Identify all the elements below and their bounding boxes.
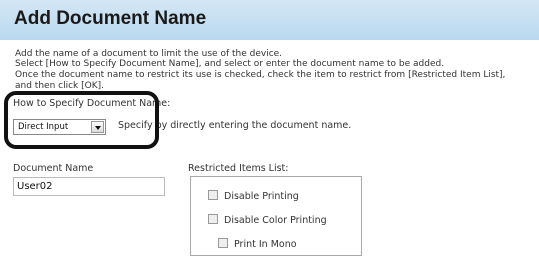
restricted-item-disable-color-printing[interactable]: Disable Color Printing: [208, 214, 327, 226]
restricted-item-label: Disable Color Printing: [224, 215, 327, 226]
restricted-item-label: Print In Mono: [234, 239, 297, 250]
instruction-line-3: Once the document name to restrict its u…: [15, 70, 506, 80]
instruction-line-1: Add the name of a document to limit the …: [15, 49, 283, 59]
restricted-item-label: Disable Printing: [224, 191, 299, 202]
restricted-items-list: Disable Printing Disable Color Printing …: [190, 176, 362, 256]
page-header: Add Document Name: [0, 0, 539, 40]
restricted-item-print-in-mono[interactable]: Print In Mono: [218, 238, 297, 250]
checkbox-icon[interactable]: [208, 214, 218, 224]
restricted-item-disable-printing[interactable]: Disable Printing: [208, 190, 299, 202]
highlight-annotation: [4, 91, 159, 149]
page-title: Add Document Name: [14, 8, 207, 29]
document-name-value: User02: [17, 181, 53, 192]
checkbox-icon[interactable]: [218, 238, 228, 248]
document-name-label: Document Name: [13, 163, 94, 174]
checkbox-icon[interactable]: [208, 190, 218, 200]
restricted-items-label: Restricted Items List:: [188, 163, 289, 174]
document-name-input[interactable]: User02: [13, 177, 165, 196]
instruction-line-4: and then click [OK].: [15, 81, 104, 91]
instruction-line-2: Select [How to Specify Document Name], a…: [15, 59, 445, 69]
